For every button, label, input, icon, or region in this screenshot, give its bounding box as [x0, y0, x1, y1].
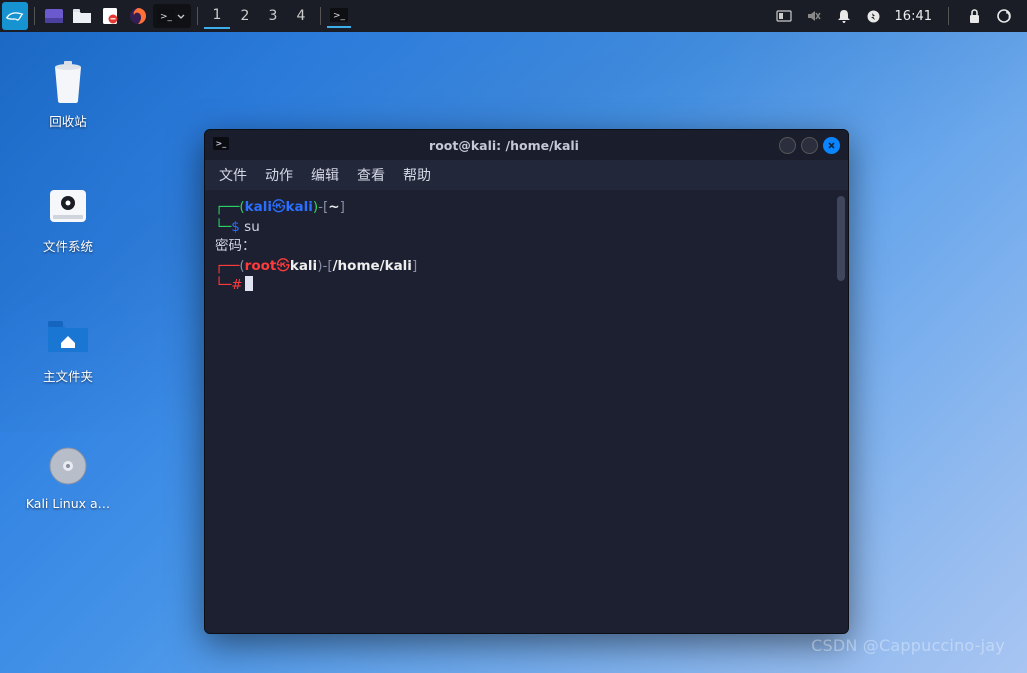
menu-view[interactable]: 查看: [357, 165, 385, 185]
menu-edit[interactable]: 编辑: [311, 165, 339, 185]
clock[interactable]: 16:41: [895, 9, 932, 24]
kali-link-icon[interactable]: Kali Linux a…: [18, 442, 118, 511]
window-controls: [779, 137, 840, 154]
maximize-button[interactable]: [801, 137, 818, 154]
firefox-button[interactable]: [125, 3, 151, 29]
volume-muted-icon[interactable]: [805, 7, 823, 25]
svg-text:>_: >_: [216, 139, 227, 148]
terminal-window[interactable]: >_ root@kali: /home/kali 文件 动作 编辑 查看 帮助 …: [204, 129, 849, 634]
text-editor-button[interactable]: [97, 3, 123, 29]
separator: [34, 7, 35, 25]
cursor: [245, 276, 253, 291]
workspace-4[interactable]: 4: [288, 3, 314, 29]
app-menu-button[interactable]: [2, 3, 28, 29]
menu-actions[interactable]: 动作: [265, 165, 293, 185]
trash-icon[interactable]: 回收站: [18, 57, 118, 130]
prompt-line-5: └─#: [215, 276, 838, 296]
session-icon[interactable]: [995, 7, 1013, 25]
svg-text:>_: >_: [333, 11, 346, 21]
terminal-titlebar[interactable]: >_ root@kali: /home/kali: [205, 130, 848, 160]
terminal-title: root@kali: /home/kali: [229, 138, 779, 153]
prompt-line-4: ┌──(root㉿kali)-[/home/kali]: [215, 257, 838, 277]
prompt-line-1: ┌──(kali㉿kali)-[~]: [215, 198, 838, 218]
watermark: CSDN @Cappuccino-jay: [811, 636, 1005, 655]
desktop[interactable]: 回收站 文件系统 主文件夹 Kali Linux a… >_ root@kali…: [0, 32, 1027, 673]
filesystem-icon[interactable]: 文件系统: [18, 182, 118, 255]
disc-icon: [44, 442, 92, 490]
separator: [197, 7, 198, 25]
terminal-launcher-button[interactable]: >_: [153, 4, 191, 28]
power-icon[interactable]: [865, 7, 883, 25]
notifications-icon[interactable]: [835, 7, 853, 25]
kali-logo-icon: [2, 2, 28, 30]
trash-label: 回收站: [49, 111, 87, 130]
svg-text:>_: >_: [160, 12, 173, 22]
terminal-icon: >_: [213, 137, 229, 153]
terminal-body[interactable]: ┌──(kali㉿kali)-[~] └─$ su 密码： ┌──(root㉿k…: [205, 190, 848, 633]
menu-help[interactable]: 帮助: [403, 165, 431, 185]
menu-file[interactable]: 文件: [219, 165, 247, 185]
show-desktop-button[interactable]: [41, 3, 67, 29]
password-line: 密码：: [215, 237, 838, 257]
workspace-1[interactable]: 1: [204, 3, 230, 29]
minimize-button[interactable]: [779, 137, 796, 154]
taskbar-left: >_ 1 2 3 4 >_: [2, 3, 351, 29]
file-manager-button[interactable]: [69, 3, 95, 29]
home-folder-icon[interactable]: 主文件夹: [18, 312, 118, 385]
chevron-down-icon: [175, 10, 187, 22]
taskbar: >_ 1 2 3 4 >_ 16:41: [0, 0, 1027, 32]
folder-home-icon: [44, 312, 92, 360]
lock-icon[interactable]: [965, 7, 983, 25]
workspace-2[interactable]: 2: [232, 3, 258, 29]
terminal-scrollbar[interactable]: [837, 196, 845, 281]
workspace-3[interactable]: 3: [260, 3, 286, 29]
system-tray: 16:41: [775, 7, 1027, 25]
terminal-menubar: 文件 动作 编辑 查看 帮助: [205, 160, 848, 190]
filesystem-label: 文件系统: [43, 236, 93, 255]
kali-label: Kali Linux a…: [26, 496, 110, 511]
home-label: 主文件夹: [43, 366, 93, 385]
prompt-line-2: └─$ su: [215, 218, 838, 238]
recording-icon[interactable]: [775, 7, 793, 25]
disk-icon: [44, 182, 92, 230]
separator: [948, 7, 949, 25]
close-button[interactable]: [823, 137, 840, 154]
separator: [320, 7, 321, 25]
trash-bin-icon: [44, 57, 92, 105]
running-terminal-task[interactable]: >_: [327, 4, 351, 28]
